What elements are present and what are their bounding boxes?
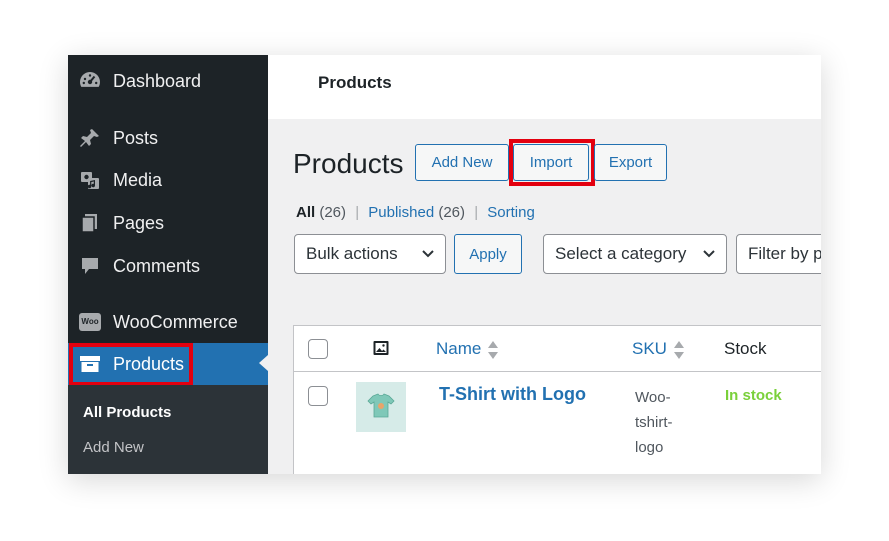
bulk-actions-value: Bulk actions [306, 244, 398, 263]
sku-line: Woo- [635, 389, 671, 406]
bulk-actions-select[interactable]: Bulk actions [294, 234, 446, 274]
sidebar-item-dashboard[interactable]: Dashboard [68, 61, 268, 101]
sidebar-item-comments[interactable]: Comments [68, 246, 268, 286]
dashboard-icon [79, 70, 101, 92]
comment-icon [79, 255, 101, 277]
sort-arrows-icon [673, 340, 684, 359]
header-title: Products [318, 73, 392, 92]
status-filter-links: All (26) | Published (26) | Sorting [296, 204, 535, 221]
product-name-link[interactable]: T-Shirt with Logo [439, 383, 586, 405]
current-menu-arrow [259, 355, 268, 371]
page-title: Products [293, 148, 404, 179]
sort-arrows-icon [488, 340, 499, 359]
category-select[interactable]: Select a category [543, 234, 727, 274]
export-button[interactable]: Export [594, 144, 667, 181]
woocommerce-badge: Woo [79, 313, 101, 331]
table-header-row: Name SKU Stock [294, 326, 821, 372]
stock-status-badge: In stock [725, 387, 782, 404]
product-sku: Woo- tshirt- logo [635, 385, 695, 460]
product-thumbnail[interactable] [356, 382, 406, 432]
admin-sidebar: Dashboard Posts Media Pages Comments Woo… [68, 55, 268, 474]
highlight-box-import [509, 139, 595, 186]
product-type-filter-value: Filter by product type [748, 244, 821, 263]
row-checkbox[interactable] [308, 386, 328, 406]
sidebar-item-label: Pages [113, 213, 165, 233]
products-submenu: All Products Add New [68, 385, 268, 474]
image-column-icon [373, 340, 389, 361]
column-header-name[interactable]: Name [436, 338, 499, 360]
pages-icon [79, 212, 101, 234]
sku-line: logo [635, 439, 664, 456]
product-type-filter-select[interactable]: Filter by product type [736, 234, 821, 274]
tshirt-icon [367, 393, 395, 418]
page-header-bar: Products [268, 55, 821, 119]
sku-line: tshirt- [635, 414, 673, 431]
select-all-checkbox[interactable] [308, 339, 328, 359]
woocommerce-icon: Woo [79, 311, 101, 333]
sidebar-item-label: WooCommerce [113, 312, 238, 332]
add-new-button[interactable]: Add New [415, 144, 509, 181]
sidebar-item-label: Comments [113, 256, 201, 276]
admin-window: Dashboard Posts Media Pages Comments Woo… [68, 55, 821, 474]
sidebar-item-label: Dashboard [113, 71, 202, 91]
filter-separator: | [474, 204, 479, 221]
column-header-name-label: Name [436, 339, 482, 358]
sidebar-item-label: Media [113, 170, 163, 190]
filter-published-count: (26) [438, 204, 466, 221]
column-header-sku[interactable]: SKU [632, 338, 685, 360]
chevron-down-icon [422, 250, 434, 258]
filter-separator: | [355, 204, 360, 221]
filter-sorting-link[interactable]: Sorting [487, 204, 535, 221]
submenu-item-all-products[interactable]: All Products [83, 403, 171, 423]
pin-icon [79, 127, 101, 149]
products-table: Name SKU Stock T-Shirt with Logo Woo- ts… [293, 325, 821, 474]
filter-all-link[interactable]: All [296, 204, 315, 221]
media-icon [79, 169, 101, 191]
filter-all-count: (26) [319, 204, 347, 221]
sidebar-item-pages[interactable]: Pages [68, 203, 268, 243]
apply-button[interactable]: Apply [454, 234, 522, 274]
column-header-sku-label: SKU [632, 339, 667, 358]
column-header-stock: Stock [724, 339, 767, 358]
highlight-box-products [69, 343, 193, 386]
filter-published-link[interactable]: Published [368, 204, 434, 221]
sidebar-item-label: Posts [113, 128, 159, 148]
submenu-item-add-new[interactable]: Add New [83, 438, 144, 458]
sidebar-item-media[interactable]: Media [68, 160, 268, 200]
category-select-value: Select a category [555, 244, 687, 263]
sidebar-item-woocommerce[interactable]: Woo WooCommerce [68, 302, 268, 342]
chevron-down-icon [703, 250, 715, 258]
sidebar-item-posts[interactable]: Posts [68, 118, 268, 158]
